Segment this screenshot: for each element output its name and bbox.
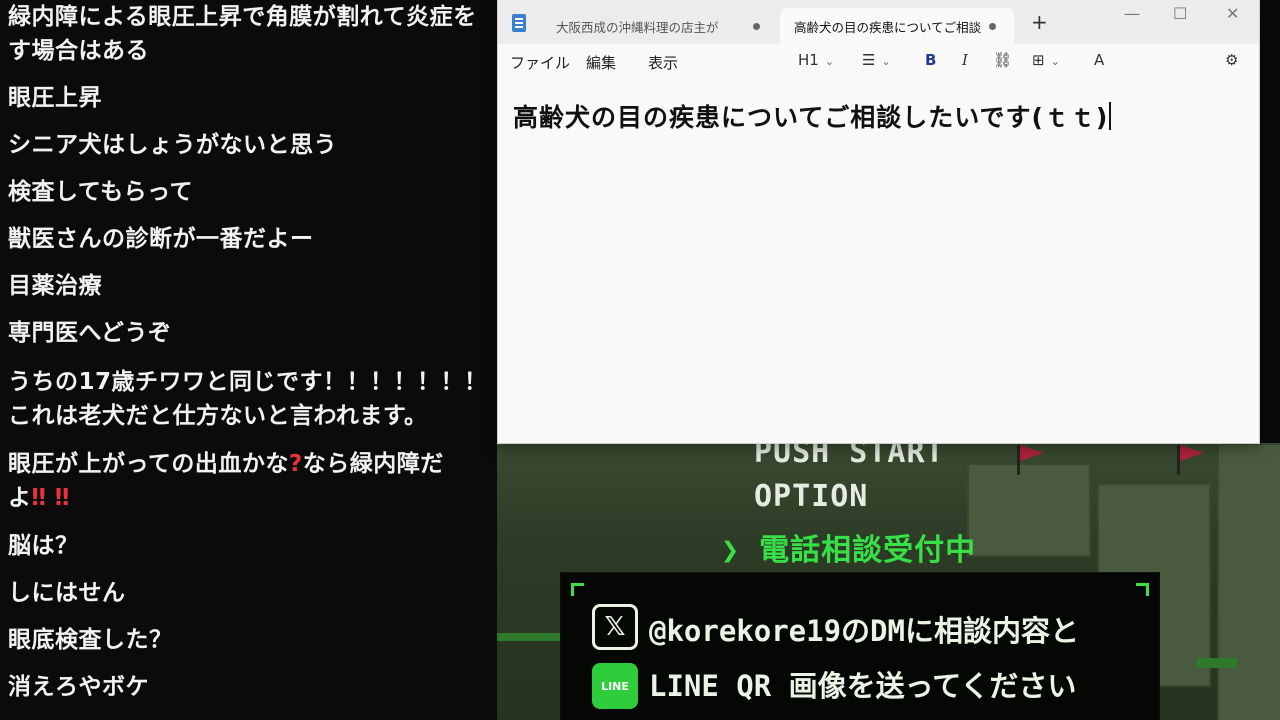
unsaved-dot-icon — [753, 23, 760, 30]
x-logo-icon: 𝕏 — [592, 604, 638, 650]
chat-message: 消えろやボケ — [8, 674, 149, 700]
unsaved-dot-icon — [989, 23, 996, 30]
corner-marker — [571, 583, 584, 596]
settings-gear-icon[interactable]: ⚙ — [1225, 51, 1238, 69]
close-button[interactable]: ✕ — [1226, 4, 1239, 23]
chat-text: よ — [8, 485, 32, 511]
chat-message: しにはせん — [8, 580, 126, 606]
game-menu-push-start: PUSH START — [754, 443, 945, 470]
tab-label: 高齢犬の目の疾患についてご相談 — [794, 19, 982, 35]
dialog-line-line: LINE QR 画像を送ってください — [649, 669, 1077, 703]
corner-marker — [1136, 583, 1149, 596]
title-bar[interactable]: 大阪西成の沖縄料理の店主が 高齢犬の目の疾患についてご相談 + — ☐ ✕ — [498, 0, 1259, 44]
chat-message: 検査してもらって — [8, 179, 194, 205]
contact-dialog: 𝕏 @korekore19のDMに相談内容と LINE LINE QR 画像を送… — [560, 572, 1160, 720]
tab-dog-eye[interactable]: 高齢犬の目の疾患についてご相談 — [780, 8, 1014, 44]
new-tab-button[interactable]: + — [1031, 10, 1048, 34]
tab-osaka[interactable]: 大阪西成の沖縄料理の店主が — [542, 8, 778, 44]
bold-button[interactable]: B — [925, 51, 936, 69]
chat-message: 獣医さんの診断が一番だよー — [8, 226, 314, 252]
notepad-app-icon — [512, 14, 526, 32]
dialog-line-dm: @korekore19のDMに相談内容と — [649, 614, 1079, 648]
document-text: 高齢犬の目の疾患についてご相談したいです(ｔｔ) — [513, 103, 1109, 132]
menu-view[interactable]: 表示 — [648, 52, 678, 73]
chevron-down-icon: ⌄ — [824, 55, 835, 68]
selected-label: 電話相談受付中 — [759, 533, 977, 568]
chat-message: 眼圧が上がっての出血かな?なら緑内障だよ‼ ‼ — [8, 447, 494, 515]
grass — [1197, 658, 1237, 668]
line-logo-icon: LINE — [592, 663, 638, 709]
castle-tower — [1217, 443, 1280, 720]
grass — [497, 633, 567, 641]
table-dropdown[interactable]: ⊞ ⌄ — [1032, 51, 1060, 69]
chat-message: 脳は？ — [8, 533, 79, 559]
document-editor[interactable]: 高齢犬の目の疾患についてご相談したいです(ｔｔ) — [513, 98, 1112, 134]
link-icon[interactable]: ⛓ — [993, 51, 1012, 69]
chat-message: 専門医へどうぞ — [8, 320, 172, 346]
notepad-window: 大阪西成の沖縄料理の店主が 高齢犬の目の疾患についてご相談 + — ☐ ✕ ファ… — [497, 0, 1260, 444]
chat-message: 目薬治療 — [8, 273, 102, 299]
chat-message: 眼圧上昇 — [8, 85, 102, 111]
menu-bar: ファイル 編集 表示 H1 ⌄ ☰ ⌄ B I ⛓ ⊞ ⌄ A ⚙ — [498, 44, 1259, 78]
chat-message: 緑内障による眼圧上昇で角膜が割れて炎症を す場合はある — [8, 4, 477, 64]
chat-panel: 緑内障による眼圧上昇で角膜が割れて炎症を す場合はある 眼圧上昇 シニア犬はしょ… — [0, 0, 497, 720]
game-menu-option: OPTION — [754, 479, 869, 514]
chat-message: シニア犬はしょうがないと思う — [8, 132, 337, 158]
table-icon: ⊞ — [1032, 51, 1045, 69]
heading-dropdown[interactable]: H1 ⌄ — [798, 51, 834, 69]
selector-arrow-icon: ❯ — [721, 533, 741, 568]
heading-label: H1 — [798, 51, 819, 69]
flag — [1020, 445, 1044, 461]
menu-file[interactable]: ファイル — [510, 52, 570, 73]
game-menu-selected: ❯ 電話相談受付中 — [721, 525, 976, 569]
question-emoji: ? — [288, 451, 303, 477]
menu-edit[interactable]: 編集 — [586, 52, 616, 73]
tab-label: 大阪西成の沖縄料理の店主が — [556, 19, 719, 35]
italic-button[interactable]: I — [962, 51, 968, 69]
double-exclamation-emoji: ‼ ‼ — [31, 485, 70, 511]
chevron-down-icon: ⌄ — [1050, 55, 1060, 68]
chat-message: うちの17歳チワワと同じです！！！！！！！ これは老犬だと仕方ないと言われます。 — [8, 369, 488, 429]
castle-wall — [967, 463, 1091, 557]
list-dropdown[interactable]: ☰ ⌄ — [862, 51, 891, 69]
text-caret — [1109, 102, 1112, 130]
spellcheck-icon[interactable]: A — [1094, 51, 1104, 69]
list-icon: ☰ — [862, 51, 876, 69]
maximize-button[interactable]: ☐ — [1173, 4, 1187, 23]
chevron-down-icon: ⌄ — [881, 55, 891, 68]
chat-text: なら緑内障だ — [302, 451, 444, 477]
game-screen: PUSH START OPTION ❯ 電話相談受付中 𝕏 @korekore1… — [497, 443, 1280, 720]
flag — [1180, 445, 1204, 461]
chat-text: 眼圧が上がっての出血かな — [8, 451, 289, 477]
minimize-button[interactable]: — — [1124, 4, 1140, 23]
chat-message: 眼底検査した？ — [8, 627, 173, 653]
